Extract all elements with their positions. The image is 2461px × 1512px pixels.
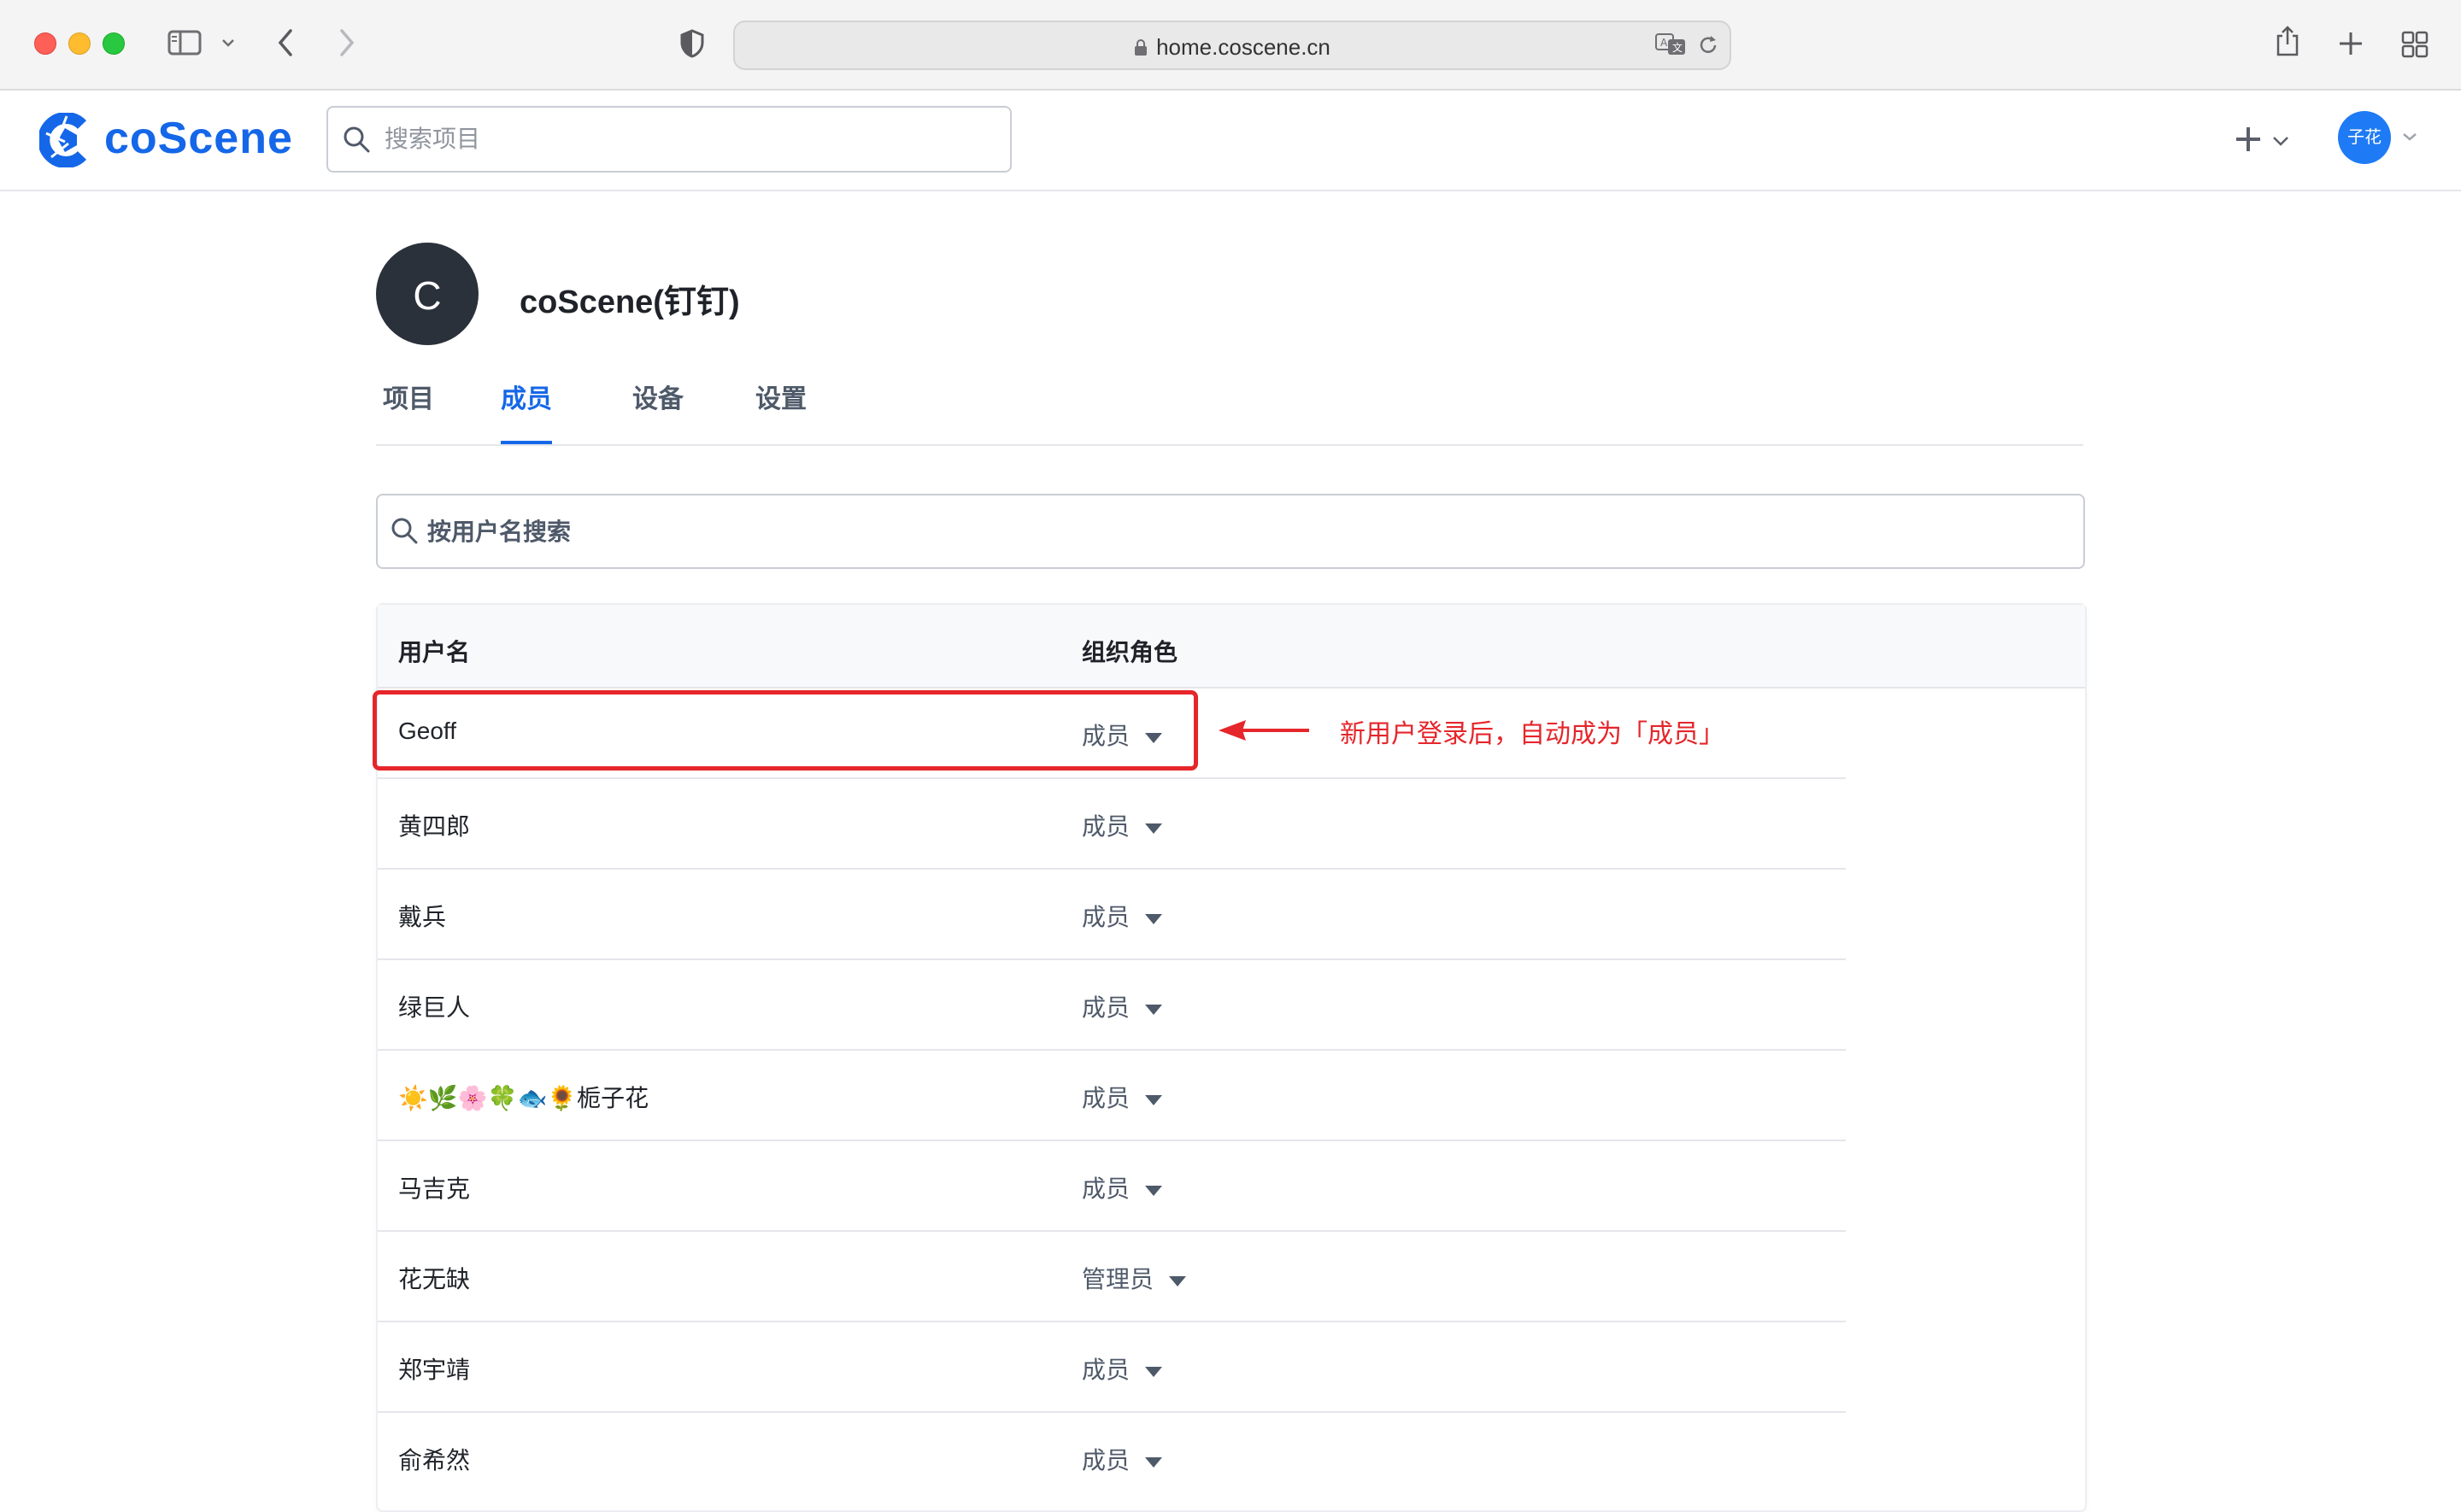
role-select[interactable]: 成员 bbox=[1082, 1080, 1163, 1114]
table-row: 绿巨人 成员 bbox=[378, 958, 1846, 1051]
search-icon bbox=[344, 126, 370, 153]
caret-down-icon bbox=[1145, 1094, 1163, 1105]
member-name: 俞希然 bbox=[398, 1447, 471, 1474]
role-value: 成员 bbox=[1082, 813, 1131, 840]
role-value: 管理员 bbox=[1082, 1266, 1154, 1292]
table-row: 郑宇靖 成员 bbox=[378, 1321, 1846, 1413]
role-value: 成员 bbox=[1082, 994, 1131, 1021]
caret-down-icon bbox=[1145, 1185, 1163, 1196]
column-username: 用户名 bbox=[398, 639, 471, 665]
svg-text:文: 文 bbox=[1672, 41, 1683, 54]
create-menu-button[interactable] bbox=[2234, 118, 2297, 161]
tab-devices[interactable]: 设备 bbox=[632, 378, 684, 444]
member-name: 郑宇靖 bbox=[398, 1357, 471, 1383]
table-row: 戴兵 成员 bbox=[378, 868, 1846, 960]
role-value: 成员 bbox=[1082, 1085, 1131, 1111]
back-icon[interactable] bbox=[275, 27, 296, 58]
role-select[interactable]: 管理员 bbox=[1082, 1261, 1187, 1295]
forward-icon[interactable] bbox=[337, 27, 357, 58]
role-select[interactable]: 成员 bbox=[1082, 1170, 1163, 1204]
table-header: 用户名 组织角色 bbox=[378, 605, 2085, 689]
org-tabs: 项目 成员 设备 设置 bbox=[376, 372, 2083, 446]
user-avatar: 子花 bbox=[2338, 111, 2391, 164]
org-name: coScene(钉钉) bbox=[520, 284, 740, 320]
chevron-down-icon[interactable] bbox=[220, 38, 236, 48]
role-select[interactable]: 成员 bbox=[1082, 1442, 1163, 1476]
role-select[interactable]: 成员 bbox=[1082, 808, 1163, 842]
member-name: 黄四郎 bbox=[398, 813, 471, 840]
sidebar-toggle-icon[interactable] bbox=[167, 29, 202, 56]
role-select[interactable]: 成员 bbox=[1082, 989, 1163, 1023]
caret-down-icon bbox=[1169, 1275, 1187, 1286]
tab-overview-icon[interactable] bbox=[2401, 31, 2429, 58]
member-name: 绿巨人 bbox=[398, 994, 471, 1021]
zoom-window-button[interactable] bbox=[103, 32, 125, 55]
table-row: 马吉克 成员 bbox=[378, 1140, 1846, 1232]
member-name: ☀️🌿🌸🍀🐟🌻栀子花 bbox=[398, 1085, 649, 1111]
role-value: 成员 bbox=[1082, 1175, 1131, 1202]
app-header: coScene 子花 bbox=[0, 91, 2461, 191]
member-name: 花无缺 bbox=[398, 1266, 471, 1292]
role-select[interactable]: 成员 bbox=[1082, 1351, 1163, 1386]
privacy-shield-icon[interactable] bbox=[680, 29, 704, 58]
member-search-input[interactable] bbox=[426, 513, 2053, 552]
role-select[interactable]: 成员 bbox=[1082, 899, 1163, 933]
caret-down-icon bbox=[1145, 1456, 1163, 1468]
tab-projects[interactable]: 项目 bbox=[383, 378, 434, 444]
browser-toolbar: home.coscene.cn A 文 bbox=[0, 0, 2461, 91]
column-org-role: 组织角色 bbox=[1082, 639, 1178, 665]
tab-members[interactable]: 成员 bbox=[501, 378, 552, 444]
plus-icon bbox=[2236, 127, 2260, 151]
caret-down-icon bbox=[1145, 823, 1163, 834]
logo-text: coScene bbox=[104, 114, 293, 163]
table-row: ☀️🌿🌸🍀🐟🌻栀子花 成员 bbox=[378, 1049, 1846, 1141]
chevron-down-icon bbox=[2403, 133, 2417, 141]
annotation-text: 新用户登录后，自动成为「成员」 bbox=[1340, 720, 1724, 748]
lock-icon bbox=[1134, 36, 1148, 56]
coscene-logo-icon bbox=[39, 113, 87, 167]
svg-text:A: A bbox=[1660, 37, 1668, 49]
project-search-input[interactable] bbox=[383, 120, 984, 159]
search-icon bbox=[391, 518, 418, 544]
reload-icon[interactable] bbox=[1697, 34, 1719, 56]
share-icon[interactable] bbox=[2275, 24, 2300, 58]
project-search-box[interactable] bbox=[326, 106, 1012, 173]
chevron-down-icon bbox=[2273, 137, 2288, 146]
annotation-highlight-box bbox=[373, 690, 1198, 771]
role-value: 成员 bbox=[1082, 904, 1131, 930]
translate-icon[interactable]: A 文 bbox=[1654, 32, 1689, 56]
member-search-box[interactable] bbox=[376, 494, 2085, 569]
role-value: 成员 bbox=[1082, 1357, 1131, 1383]
table-row: 俞希然 成员 bbox=[378, 1411, 1846, 1502]
tab-settings[interactable]: 设置 bbox=[755, 378, 807, 444]
caret-down-icon bbox=[1145, 913, 1163, 924]
url-text: home.coscene.cn bbox=[1156, 34, 1330, 60]
annotation-arrow-icon bbox=[1219, 720, 1309, 741]
member-name: 马吉克 bbox=[398, 1175, 471, 1202]
address-bar[interactable]: home.coscene.cn A 文 bbox=[733, 21, 1731, 70]
caret-down-icon bbox=[1145, 1004, 1163, 1015]
user-menu[interactable]: 子花 bbox=[2338, 91, 2423, 185]
table-row: 黄四郎 成员 bbox=[378, 777, 1846, 870]
org-avatar: C bbox=[376, 243, 479, 345]
close-window-button[interactable] bbox=[34, 32, 56, 55]
role-value: 成员 bbox=[1082, 1447, 1131, 1474]
caret-down-icon bbox=[1145, 1366, 1163, 1377]
address-url: home.coscene.cn bbox=[735, 34, 1730, 61]
minimize-window-button[interactable] bbox=[68, 32, 91, 55]
table-row: 花无缺 管理员 bbox=[378, 1230, 1846, 1322]
member-name: 戴兵 bbox=[398, 904, 447, 930]
new-tab-icon[interactable] bbox=[2338, 31, 2364, 56]
